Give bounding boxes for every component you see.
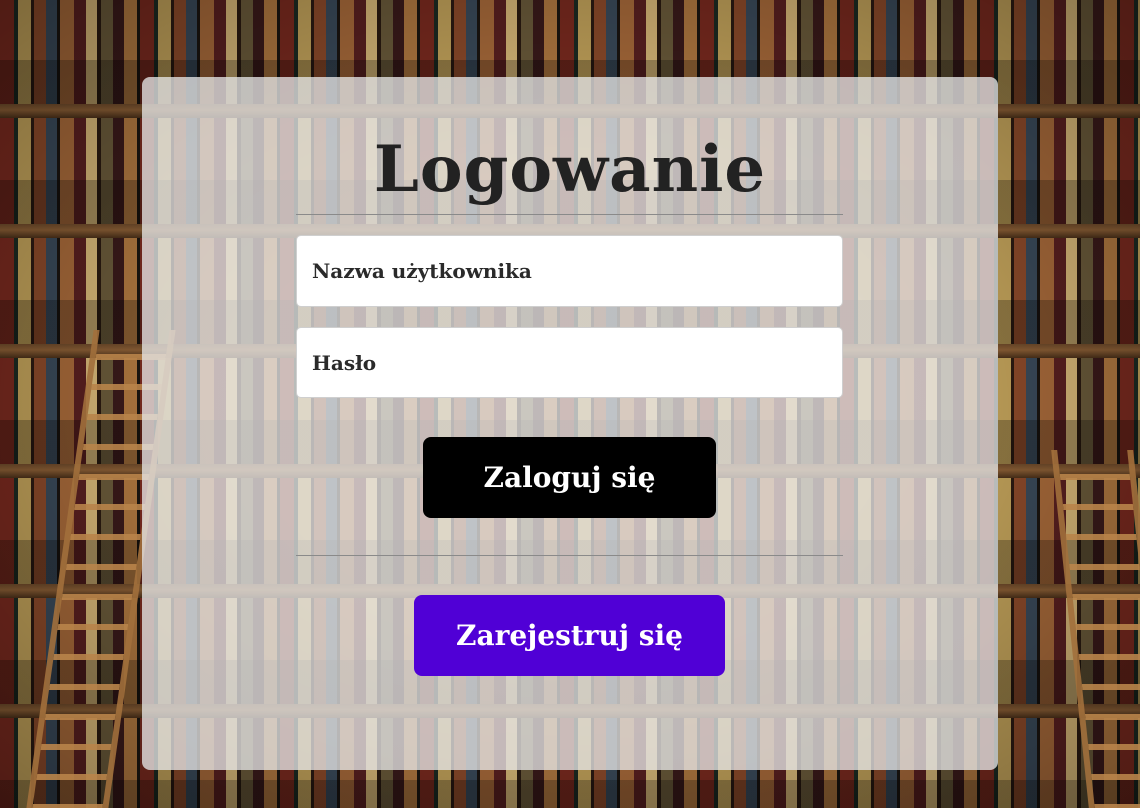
username-input[interactable] <box>296 235 843 307</box>
login-card: Logowanie Zaloguj się Zarejestruj się <box>142 77 998 770</box>
register-button[interactable]: Zarejestruj się <box>414 595 725 676</box>
title-divider <box>296 214 843 215</box>
section-divider <box>296 555 843 556</box>
page-title: Logowanie <box>373 132 767 207</box>
password-input[interactable] <box>296 327 843 398</box>
login-button[interactable]: Zaloguj się <box>423 437 716 518</box>
